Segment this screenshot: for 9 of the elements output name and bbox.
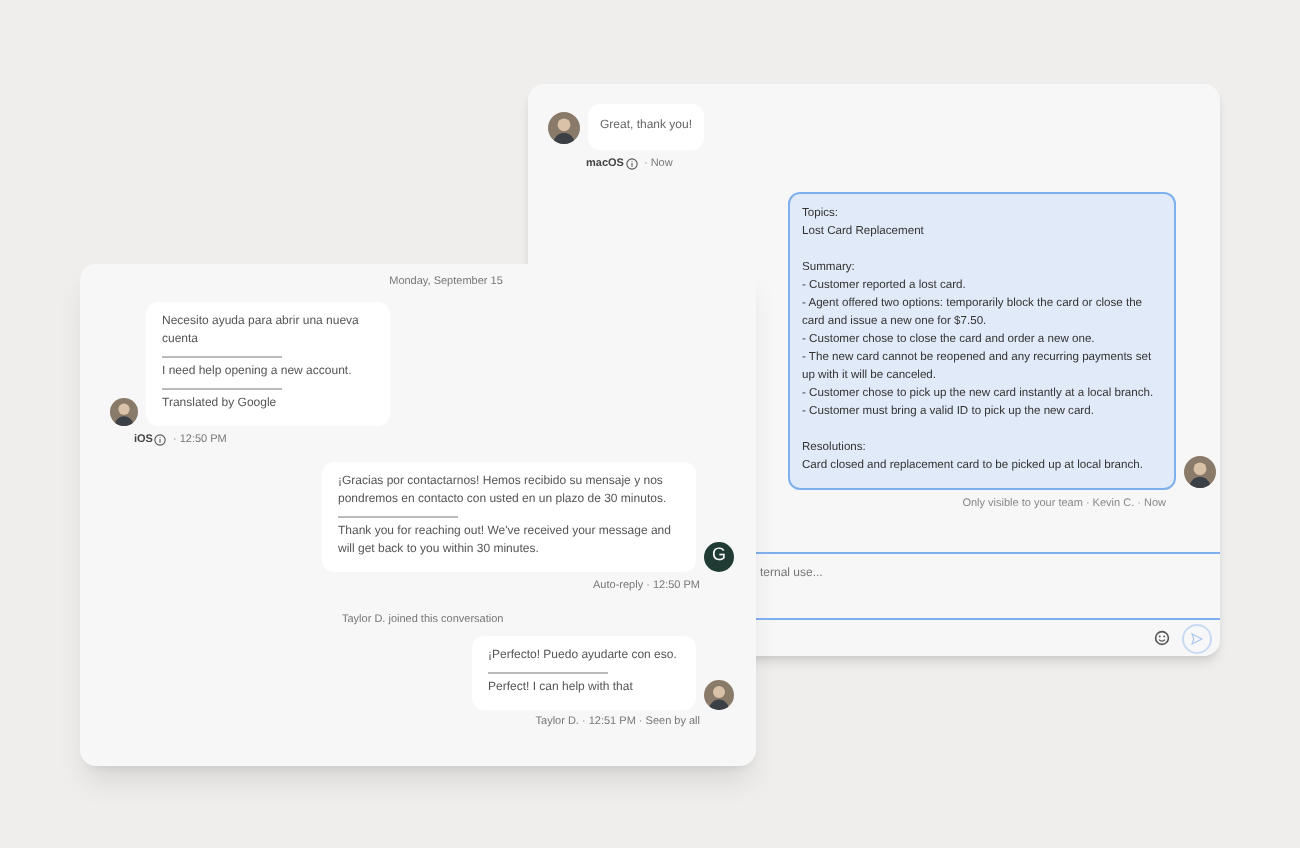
info-icon [154, 434, 167, 447]
avatar [110, 398, 138, 427]
avatar [704, 680, 734, 710]
bot-avatar: G [704, 541, 734, 571]
avatar [1184, 456, 1216, 489]
emoji-icon[interactable] [1154, 630, 1170, 646]
info-icon [625, 158, 638, 171]
avatar [548, 111, 580, 143]
send-icon [1190, 631, 1204, 645]
